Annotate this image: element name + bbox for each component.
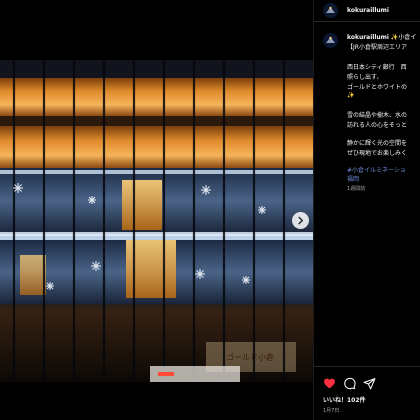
caption-username[interactable]: kokuraillumi <box>347 34 389 41</box>
post-photo[interactable]: ゴールド小倉 <box>0 60 313 382</box>
caption-line: ぜひ現地でお楽しみく <box>347 150 408 157</box>
caption-line: 西日本シティ銀行 西 <box>347 64 407 71</box>
share-button[interactable] <box>363 375 376 390</box>
building-illumination-image: ゴールド小倉 <box>0 60 313 382</box>
caption-avatar[interactable] <box>323 33 338 48</box>
caption-head: ✨小倉イ <box>390 34 417 41</box>
hashtag-link[interactable]: #小倉イルミネーショ <box>347 165 406 174</box>
chevron-right-icon <box>298 216 304 225</box>
post-side-panel: kokuraillumi kokuraillumi ✨小倉イ 【JR小倉駅周辺エ… <box>313 0 420 420</box>
hashtag-link[interactable]: 福岡 <box>347 174 359 183</box>
next-photo-button[interactable] <box>292 212 309 229</box>
avatar[interactable] <box>323 3 338 18</box>
caption-line: ✨ <box>347 92 355 99</box>
caption-line: 静かに輝く光の空間を <box>347 140 408 147</box>
caption-heading: kokuraillumi ✨小倉イ <box>347 34 420 42</box>
like-count[interactable]: いいね！102件 <box>323 395 366 404</box>
post-date: 1月7日 <box>323 408 340 414</box>
header-username[interactable]: kokuraillumi <box>347 7 389 14</box>
storefront-sign: ゴールド小倉 <box>226 352 274 362</box>
comment-button[interactable] <box>343 375 356 390</box>
caption-line: 訪れる人の心をそっと <box>347 122 408 129</box>
caption-title: 【JR小倉駅周辺エリア <box>347 44 407 51</box>
avatar-logo-icon <box>323 3 338 18</box>
like-button[interactable] <box>323 375 336 389</box>
avatar-logo-icon <box>323 33 338 48</box>
post-header: kokuraillumi <box>314 0 420 22</box>
caption-line: ゴールドとホワイトの <box>347 84 408 91</box>
heart-icon <box>324 378 335 389</box>
caption-line: 照らし出す、 <box>347 74 383 81</box>
post-time-ago: 1週間前 <box>347 186 366 192</box>
comment-icon <box>344 377 356 390</box>
caption-line: 雪の結晶や樹木、水の <box>347 112 408 119</box>
actions-divider <box>314 366 420 367</box>
share-icon <box>363 378 376 390</box>
photo-pane: ゴールド小倉 <box>0 0 313 420</box>
